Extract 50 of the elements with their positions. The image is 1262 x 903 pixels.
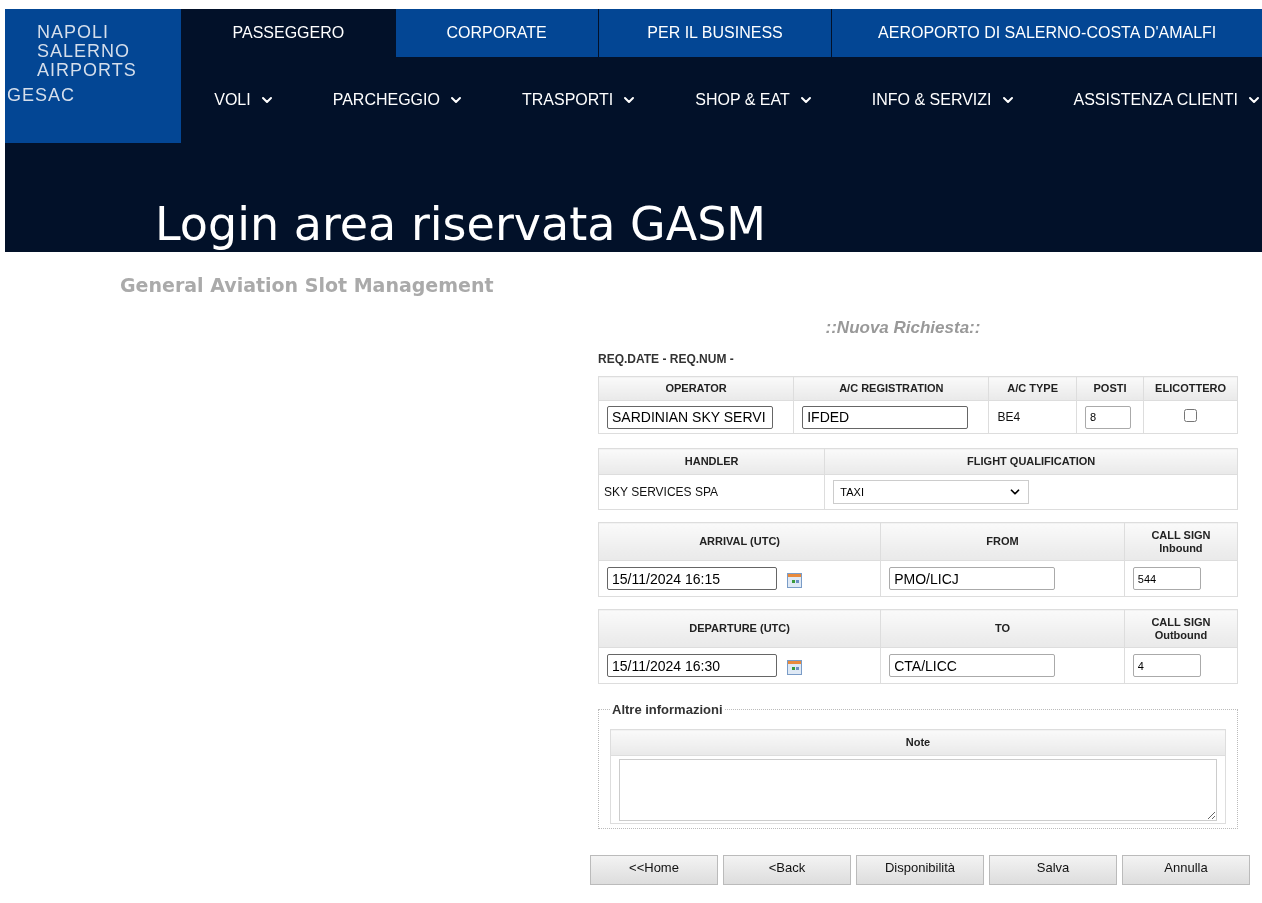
nav-tab[interactable]: PER IL BUSINESS (597, 9, 832, 57)
nav-tab[interactable]: AEROPORTO DI SALERNO-COSTA D'AMALFI (831, 9, 1262, 57)
seats-field[interactable]: 8 (1084, 405, 1131, 429)
column-header: Note (610, 729, 1226, 756)
column-header: FLIGHT QUALIFICATION (824, 448, 1238, 475)
menu-item[interactable]: INFO & SERVIZI (871, 91, 1016, 109)
menu-item[interactable]: SHOP & EAT (695, 91, 814, 109)
airport-field[interactable]: CTA/LICC (889, 654, 1056, 677)
operator-field[interactable]: SARDINIAN SKY SERVI (607, 405, 773, 429)
nav-tab[interactable]: CORPORATE (394, 9, 598, 57)
column-header: FROM (880, 522, 1125, 561)
action-button[interactable]: <Back (723, 855, 851, 885)
call-sign-field[interactable]: 544 (1132, 567, 1201, 590)
calendar-icon[interactable] (787, 572, 802, 588)
action-button[interactable]: Annulla (1122, 855, 1250, 885)
column-header: POSTI (1076, 376, 1144, 401)
registration-field[interactable]: IFDED (802, 405, 969, 429)
page-title: Login area riservata GASM (155, 198, 768, 252)
column-header: ELICOTTERO (1143, 376, 1238, 401)
action-button[interactable]: Disponibilità (856, 855, 984, 885)
calendar-icon[interactable] (787, 659, 802, 675)
airport-field[interactable]: PMO/LICJ (889, 567, 1056, 590)
call-sign-field[interactable]: 4 (1132, 654, 1201, 677)
column-header: ARRIVAL (UTC) (598, 522, 881, 561)
column-header: OPERATOR (598, 376, 794, 401)
action-button[interactable]: Salva (989, 855, 1117, 885)
menu-item[interactable]: VOLI (214, 91, 275, 109)
column-header: CALL SIGN Outbound (1124, 609, 1238, 648)
panel-legend: Altre informazioni (610, 702, 725, 717)
table-cell: SKY SERVICES SPA (598, 474, 825, 510)
note-field[interactable] (619, 758, 1217, 821)
column-header: CALL SIGN Inbound (1124, 522, 1238, 561)
action-button[interactable]: <<Home (590, 855, 718, 885)
datetime-field[interactable]: 15/11/2024 16:30 (607, 654, 777, 677)
column-header: A/C REGISTRATION (793, 376, 989, 401)
menu-item[interactable]: PARCHEGGIO (332, 91, 464, 109)
table-cell: BE4 (988, 400, 1077, 434)
qualification-select[interactable]: TAXI (833, 480, 1030, 504)
request-info: REQ.DATE - REQ.NUM - (598, 352, 735, 366)
menu-item[interactable]: TRASPORTI (521, 91, 638, 109)
column-header: A/C TYPE (988, 376, 1077, 401)
form-heading: ::Nuova Richiesta:: (825, 318, 981, 338)
page-subtitle: General Aviation Slot Management (120, 274, 495, 296)
column-header: TO (880, 609, 1125, 648)
datetime-field[interactable]: 15/11/2024 16:15 (607, 567, 777, 590)
airport-logo[interactable]: NAPOLI SALERNO AIRPORTS GESAC (5, 9, 182, 143)
column-header: DEPARTURE (UTC) (598, 609, 881, 648)
menu-item[interactable]: ASSISTENZA CLIENTI (1073, 91, 1262, 109)
helicopter-checkbox[interactable] (1184, 409, 1198, 422)
column-header: HANDLER (598, 448, 825, 475)
